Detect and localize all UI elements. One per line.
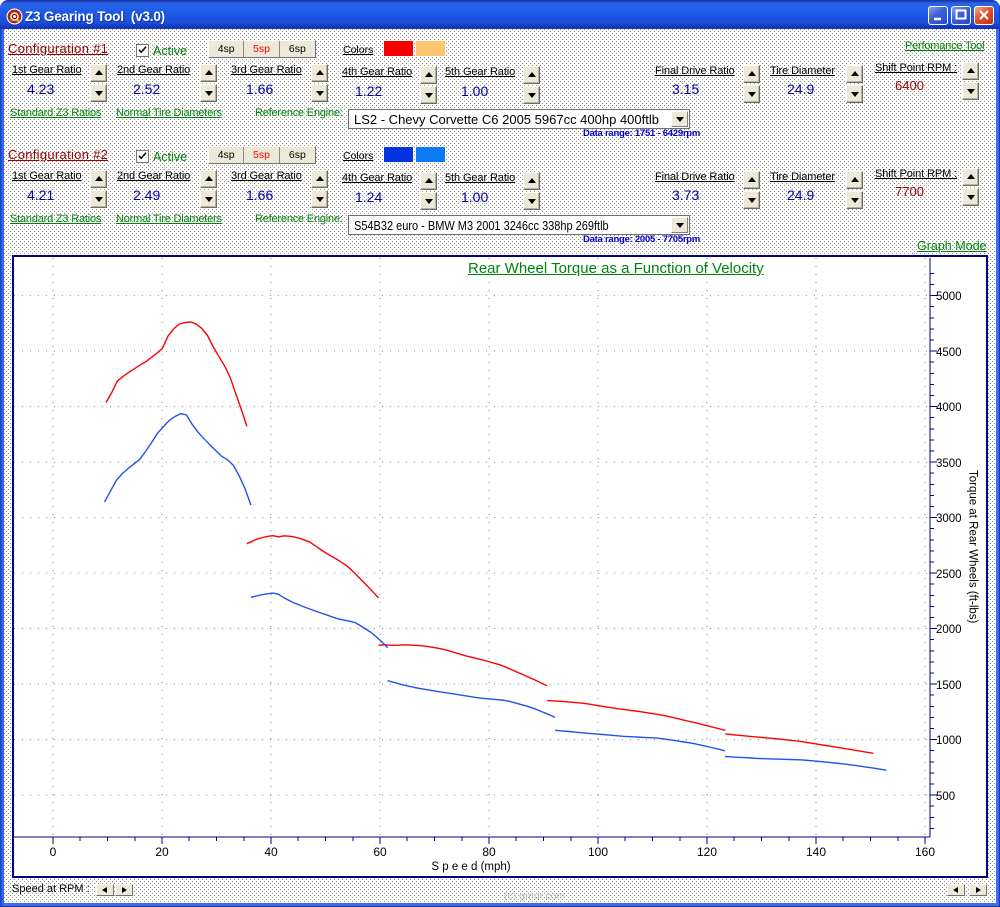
svg-text:20: 20 [155, 845, 169, 859]
svg-text:40: 40 [264, 845, 278, 859]
svg-text:160: 160 [915, 845, 935, 859]
svg-text:4500: 4500 [936, 347, 962, 359]
svg-text:3500: 3500 [936, 458, 962, 470]
svg-text:0: 0 [50, 845, 57, 859]
svg-text:140: 140 [806, 845, 826, 859]
svg-text:100: 100 [588, 845, 608, 859]
svg-text:80: 80 [482, 845, 496, 859]
svg-text:2000: 2000 [936, 624, 962, 636]
svg-text:1000: 1000 [936, 735, 962, 747]
svg-text:S p e e d (mph): S p e e d (mph) [431, 861, 510, 873]
svg-text:5000: 5000 [936, 291, 962, 303]
svg-text:120: 120 [697, 845, 717, 859]
svg-text:60: 60 [373, 845, 387, 859]
svg-text:1500: 1500 [936, 680, 962, 692]
svg-text:3000: 3000 [936, 513, 962, 525]
svg-text:4000: 4000 [936, 402, 962, 414]
svg-text:500: 500 [936, 791, 955, 803]
svg-text:Torque at Rear Wheels (ft-lbs): Torque at Rear Wheels (ft-lbs) [967, 470, 979, 624]
svg-text:2500: 2500 [936, 569, 962, 581]
